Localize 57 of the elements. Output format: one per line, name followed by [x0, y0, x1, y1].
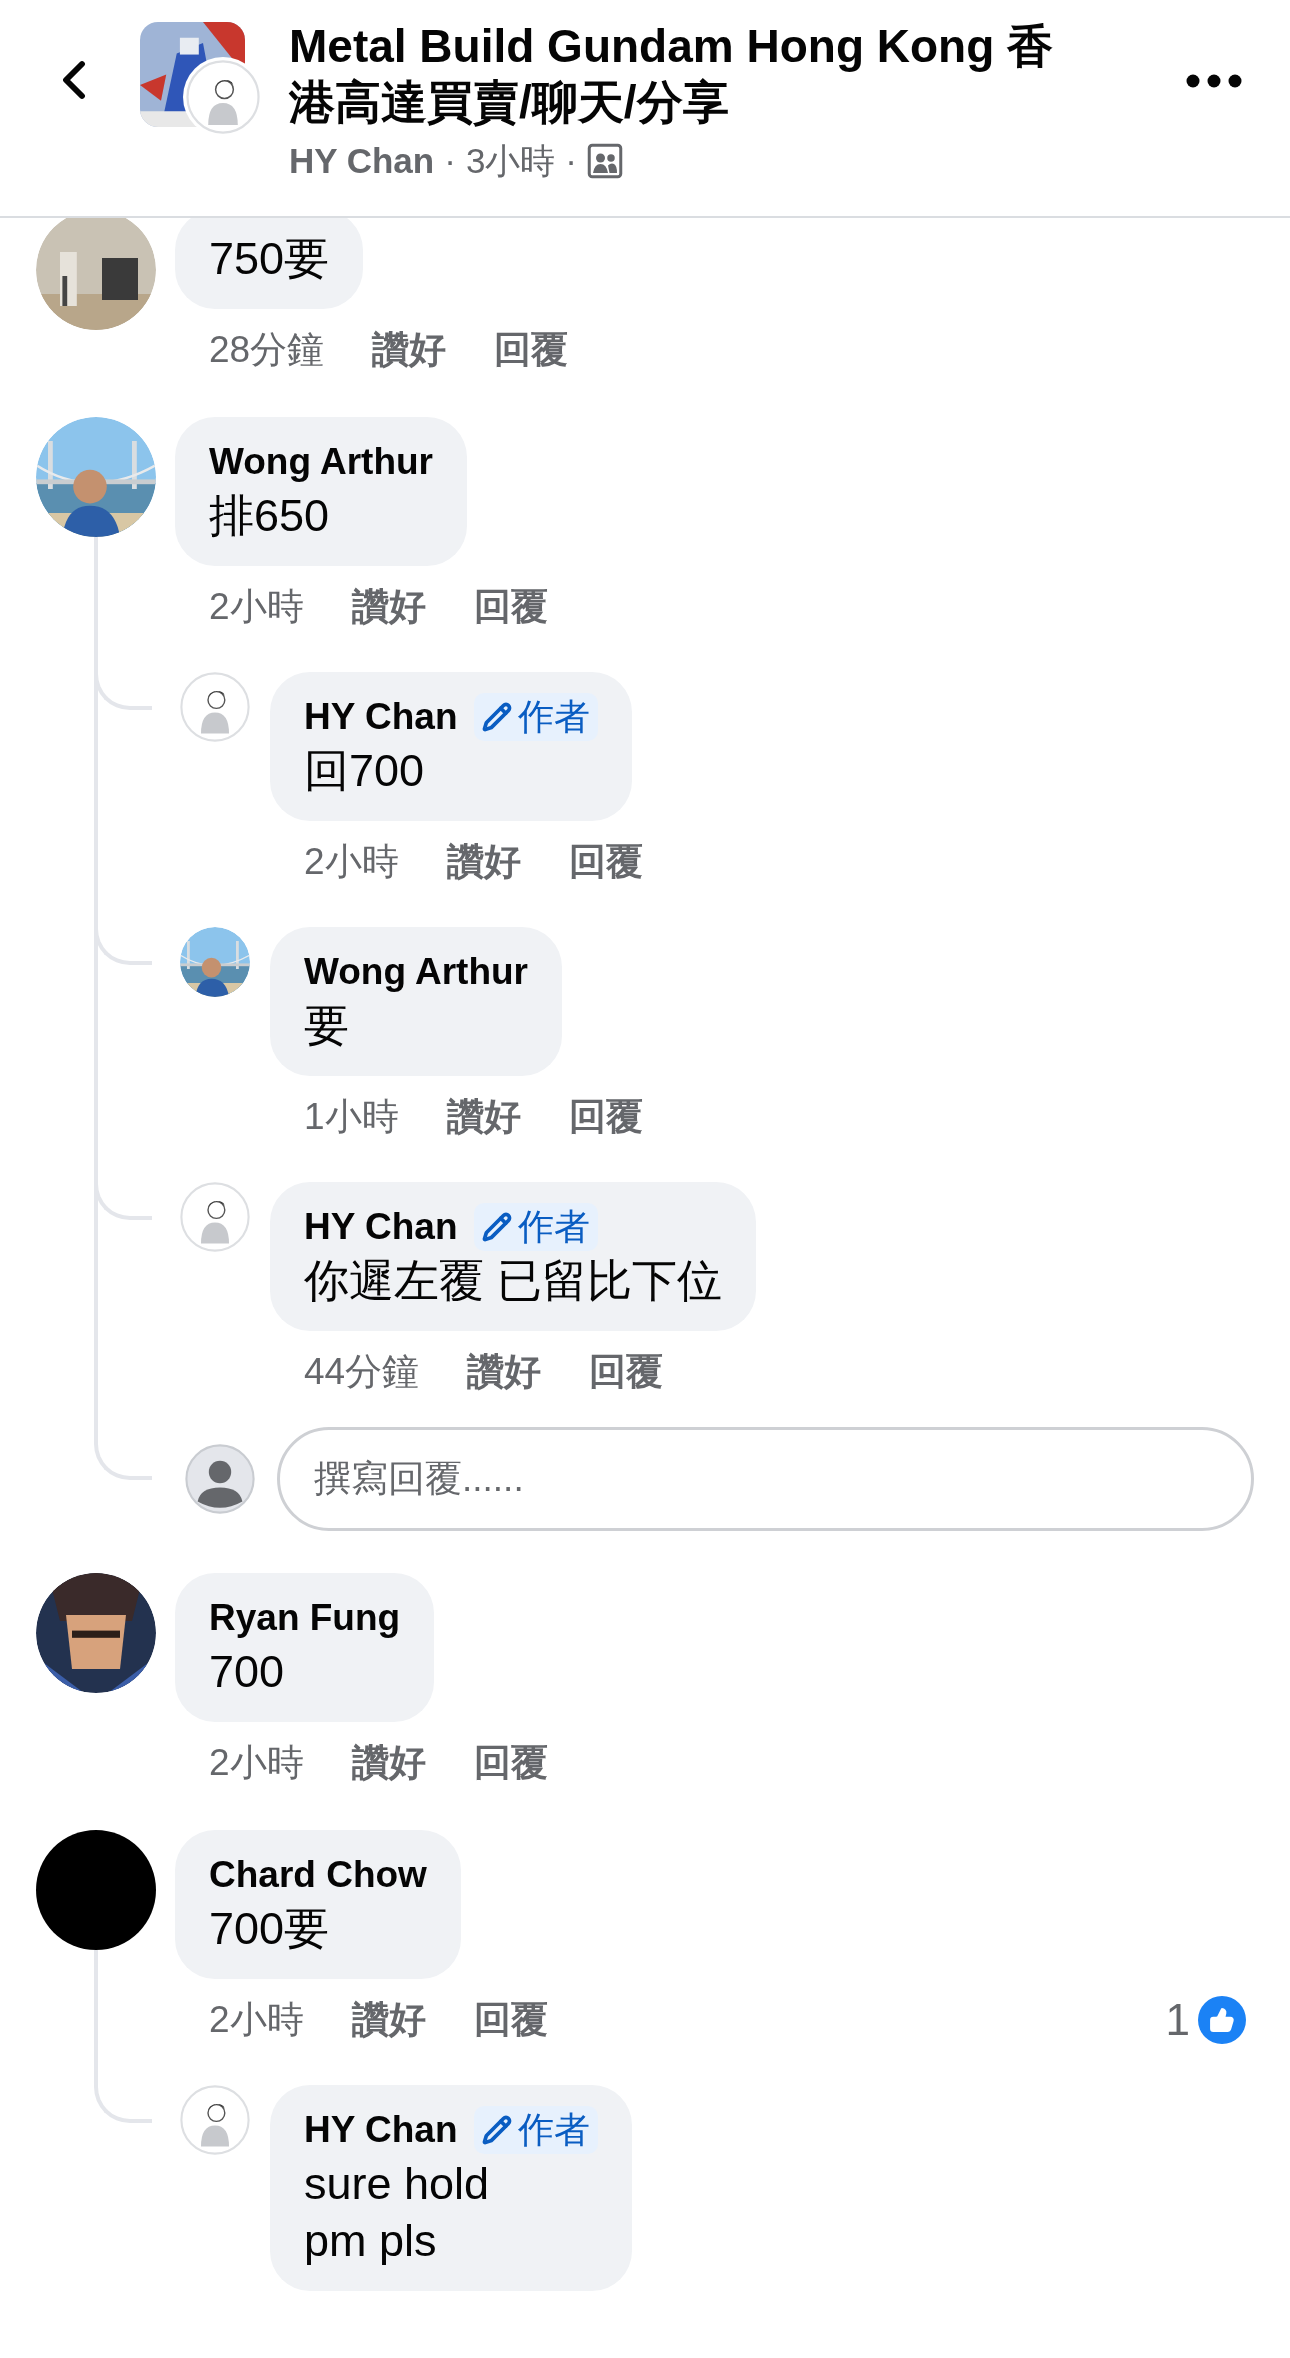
- reply-button[interactable]: 回覆: [473, 1738, 548, 1788]
- group-members-icon: [587, 143, 623, 179]
- author-name: HY Chan: [304, 695, 458, 739]
- reply-button[interactable]: 回覆: [473, 1995, 548, 2045]
- comment-text: 700: [209, 1645, 285, 1699]
- comment-text: sure hold pm pls: [304, 2157, 490, 2268]
- reaction-count: 1: [1165, 1995, 1190, 2045]
- author-name: HY Chan: [304, 2108, 458, 2152]
- avatar-icon: [186, 60, 260, 134]
- pencil-icon: [481, 1212, 512, 1242]
- pencil-icon: [481, 702, 512, 732]
- comment-text: 你遲左覆 已留比下位: [304, 1254, 722, 1308]
- comment-text: 要: [304, 999, 349, 1053]
- avatar-icon: [180, 1182, 250, 1252]
- post-time: 3小時: [465, 140, 556, 182]
- avatar-icon: [185, 1444, 255, 1514]
- comment-time: 2小時: [209, 585, 304, 629]
- comment-time: 28分鐘: [209, 328, 325, 372]
- separator: ·: [444, 140, 456, 182]
- reply-input-field[interactable]: 撰寫回覆......: [277, 1427, 1254, 1531]
- reply-button[interactable]: 回覆: [568, 837, 643, 887]
- comment-time: 2小時: [209, 1741, 304, 1785]
- post-author: HY Chan: [289, 140, 435, 182]
- like-reaction-icon: [1198, 1996, 1246, 2044]
- more-icon: [1186, 74, 1242, 88]
- badge-label: 作者: [517, 2108, 590, 2152]
- avatar-icon: [180, 672, 250, 742]
- comment-time: 44分鐘: [304, 1350, 420, 1394]
- reply-button[interactable]: 回覆: [589, 1347, 664, 1397]
- comment-text: 750要: [209, 232, 330, 286]
- like-button[interactable]: 讚好: [446, 837, 521, 887]
- author-name: Ryan Fung: [209, 1596, 401, 1640]
- comment-text: 排650: [209, 489, 330, 543]
- comment-time: 1小時: [304, 1095, 399, 1139]
- like-button[interactable]: 讚好: [372, 325, 447, 375]
- author-name: Wong Arthur: [209, 440, 433, 484]
- comment-time: 2小時: [209, 1998, 304, 2042]
- pencil-icon: [481, 2115, 512, 2145]
- like-button[interactable]: 讚好: [351, 1738, 426, 1788]
- comment-text: 700要: [209, 1902, 330, 1956]
- reply-button[interactable]: 回覆: [494, 325, 569, 375]
- badge-label: 作者: [517, 695, 590, 739]
- separator: ·: [565, 140, 577, 182]
- comment-time: 2小時: [304, 840, 399, 884]
- like-button[interactable]: 讚好: [351, 1995, 426, 2045]
- author-name: HY Chan: [304, 1205, 458, 1249]
- like-button[interactable]: 讚好: [446, 1092, 521, 1142]
- like-button[interactable]: 讚好: [467, 1347, 542, 1397]
- avatar-icon: [180, 2085, 250, 2155]
- author-name: Chard Chow: [209, 1853, 427, 1897]
- group-title: Metal Build Gundam Hong Kong 香港高達買賣/聊天/分享: [289, 19, 1055, 130]
- badge-label: 作者: [517, 1205, 590, 1249]
- reply-button[interactable]: 回覆: [473, 582, 548, 632]
- reply-button[interactable]: 回覆: [568, 1092, 643, 1142]
- comment-text: 回700: [304, 744, 425, 798]
- like-button[interactable]: 讚好: [351, 582, 426, 632]
- author-name: Wong Arthur: [304, 950, 528, 994]
